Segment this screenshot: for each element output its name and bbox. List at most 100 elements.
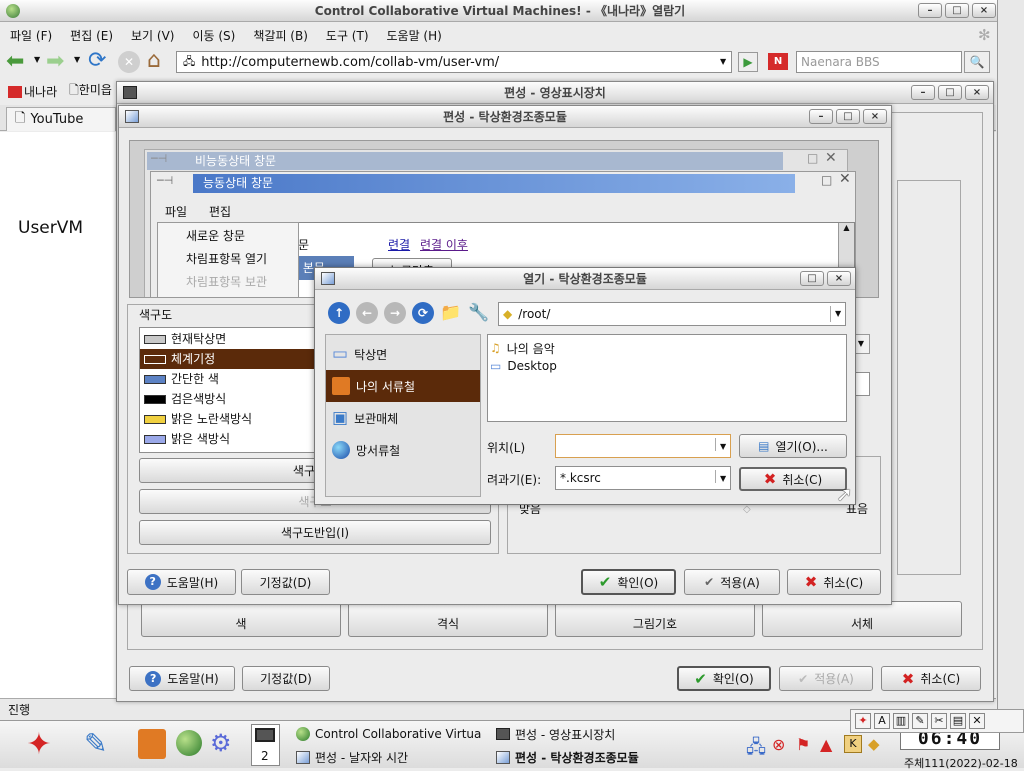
cancel-button[interactable]: ✖ 취소(C) [739, 467, 847, 491]
scheme-current-desktop[interactable]: 현재탁상면 [140, 329, 318, 349]
file-item-music[interactable]: ♫ 나의 음악 [490, 339, 846, 357]
close-button[interactable]: × [972, 3, 996, 18]
close-tray-icon[interactable]: ✕ [969, 713, 985, 729]
url-dropdown-icon[interactable]: ▼ [720, 57, 726, 66]
search-input[interactable]: Naenara BBS [796, 51, 962, 73]
menu-bookmarks[interactable]: 책갈피 (B) [253, 27, 308, 44]
scheme-simple[interactable]: 간단한 색 [140, 369, 318, 389]
options-wrench-icon[interactable]: 🔧 [465, 300, 493, 326]
place-network[interactable]: 망서류철 [326, 434, 480, 466]
go-icon[interactable]: ▶ [738, 52, 758, 72]
path-combo[interactable]: ◆ /root/ [498, 302, 846, 326]
font-icon[interactable]: A [874, 713, 890, 729]
open-dialog-maximize-button[interactable]: □ [800, 271, 824, 286]
dialog1-ok-button[interactable]: ✔ 확인(O) [677, 666, 771, 691]
alert-icon[interactable]: ▲ [820, 735, 832, 754]
scheme-import-button[interactable]: 색구도반입(I) [139, 520, 491, 545]
slider-handle[interactable]: ◇ [743, 504, 751, 515]
tab-color[interactable]: 색 [141, 601, 341, 637]
scheme-black[interactable]: 검은색방식 [140, 389, 318, 409]
scheme-light-yellow[interactable]: 밝은 노란색방식 [140, 409, 318, 429]
bookmark-item-naenara[interactable]: 내나라 [8, 83, 57, 100]
edit-icon[interactable]: ✎ [912, 713, 928, 729]
dialog1-minimize-button[interactable]: – [911, 85, 935, 100]
back-dropdown-icon[interactable]: ▼ [34, 55, 40, 64]
dialog2-close-button[interactable]: × [863, 109, 887, 124]
reload-icon[interactable]: ⟳ [88, 48, 106, 73]
place-my-documents[interactable]: 나의 서류철 [326, 370, 480, 402]
dialog2-minimize-button[interactable]: – [809, 109, 833, 124]
dialog1-defaults-button[interactable]: 기정값(D) [242, 666, 330, 691]
reload-icon[interactable]: ⟳ [409, 300, 437, 326]
network-tray-icon[interactable]: 🖧 [746, 735, 766, 765]
forward-icon[interactable]: → [381, 300, 409, 326]
place-storage[interactable]: ▣ 보관매체 [326, 402, 480, 434]
task-display-settings[interactable]: 편성 - 영상표시장치 [496, 723, 696, 745]
home-icon[interactable]: ⌂ [147, 48, 161, 73]
stop-icon[interactable]: ✕ [118, 51, 140, 73]
volume-muted-icon[interactable]: ⊗ [772, 735, 785, 754]
open-button[interactable]: ▤ 열기(O)... [739, 434, 847, 458]
dialog1-help-button[interactable]: ? 도움말(H) [129, 666, 235, 691]
dialog2-ok-button[interactable]: ✔ 확인(O) [581, 569, 676, 595]
open-dialog-close-button[interactable]: × [827, 271, 851, 286]
path-dropdown-icon[interactable]: ▼ [830, 306, 841, 322]
layout-icon[interactable]: ▥ [893, 713, 909, 729]
tools-icon[interactable]: ✂ [931, 713, 947, 729]
bookmark-item-2[interactable]: 🗋한미읍 [69, 81, 112, 102]
menu-file[interactable]: 파일 (F) [10, 27, 52, 44]
up-icon[interactable]: ↑ [325, 300, 353, 326]
tab-fonts[interactable]: 서체 [762, 601, 962, 637]
task-desktop-settings[interactable]: 편성 - 탁상환경조종모듈 [496, 746, 696, 768]
dialog1-apply-button[interactable]: ✔ 적용(A) [779, 666, 873, 691]
dialog2-cancel-button[interactable]: ✖ 취소(C) [787, 569, 881, 595]
dialog2-apply-button[interactable]: ✔ 적용(A) [684, 569, 780, 595]
launcher-editor-icon[interactable]: ✎ [84, 727, 107, 760]
launcher-browser-icon[interactable] [176, 730, 202, 756]
notes-icon[interactable]: ▤ [950, 713, 966, 729]
tab-youtube[interactable]: 🗋 YouTube [6, 107, 116, 131]
back-icon[interactable]: ⬅ [6, 49, 24, 74]
minimize-button[interactable]: – [918, 3, 942, 18]
place-desktop[interactable]: ▭ 탁상면 [326, 338, 480, 370]
desktop-pager[interactable]: 2 [251, 724, 280, 766]
launcher-settings-icon[interactable]: ⚙ [210, 729, 232, 757]
dialog2-maximize-button[interactable]: □ [836, 109, 860, 124]
location-dropdown-icon[interactable]: ▼ [715, 438, 726, 451]
forward-dropdown-icon[interactable]: ▼ [74, 55, 80, 64]
filter-dropdown-icon[interactable]: ▼ [715, 470, 726, 483]
scheme-system-default[interactable]: 체계기정 [140, 349, 318, 369]
task-browser[interactable]: Control Collaborative Virtua [296, 723, 490, 745]
clipboard-icon[interactable]: ◆ [868, 735, 880, 753]
dialog1-maximize-button[interactable]: □ [938, 85, 962, 100]
scheme-light[interactable]: 밝은 색방식 [140, 429, 318, 449]
search-engine-icon[interactable]: N [768, 53, 788, 70]
task-datetime-settings[interactable]: 편성 - 날자와 시간 [296, 746, 490, 768]
dialog2-help-button[interactable]: ? 도움말(H) [127, 569, 236, 595]
new-folder-icon[interactable]: 📁 [437, 300, 465, 326]
keyboard-layout-icon[interactable]: K [844, 735, 862, 753]
input-method-icon[interactable]: ✦ [855, 713, 871, 729]
file-item-desktop[interactable]: ▭ Desktop [490, 357, 846, 375]
location-input[interactable] [555, 434, 731, 458]
back-icon[interactable]: ← [353, 300, 381, 326]
forward-icon[interactable]: ➡ [46, 49, 64, 74]
menu-tools[interactable]: 도구 (T) [326, 27, 369, 44]
url-bar[interactable]: 🖧 http://computernewb.com/collab-vm/user… [176, 51, 732, 73]
menu-view[interactable]: 보기 (V) [131, 27, 174, 44]
search-icon[interactable]: 🔍 [964, 51, 990, 73]
dialog1-close-button[interactable]: × [965, 85, 989, 100]
tab-format[interactable]: 격식 [348, 601, 548, 637]
menu-help[interactable]: 도움말 (H) [387, 27, 442, 44]
menu-edit[interactable]: 편집 (E) [70, 27, 113, 44]
filter-combo[interactable]: *.kcsrc [555, 466, 731, 490]
maximize-button[interactable]: □ [945, 3, 969, 18]
menu-go[interactable]: 이동 (S) [192, 27, 235, 44]
tab-icons[interactable]: 그림기호 [555, 601, 755, 637]
color-scheme-list[interactable]: 현재탁상면 체계기정 간단한 색 검은색방식 밝은 노란색방식 밝은 색방식 [139, 327, 319, 453]
launcher-files-icon[interactable] [138, 729, 166, 759]
start-menu-icon[interactable]: ✦ [10, 727, 68, 763]
dialog2-defaults-button[interactable]: 기정값(D) [241, 569, 330, 595]
dialog1-cancel-button[interactable]: ✖ 취소(C) [881, 666, 981, 691]
flag-icon[interactable]: ⚑ [796, 735, 810, 754]
